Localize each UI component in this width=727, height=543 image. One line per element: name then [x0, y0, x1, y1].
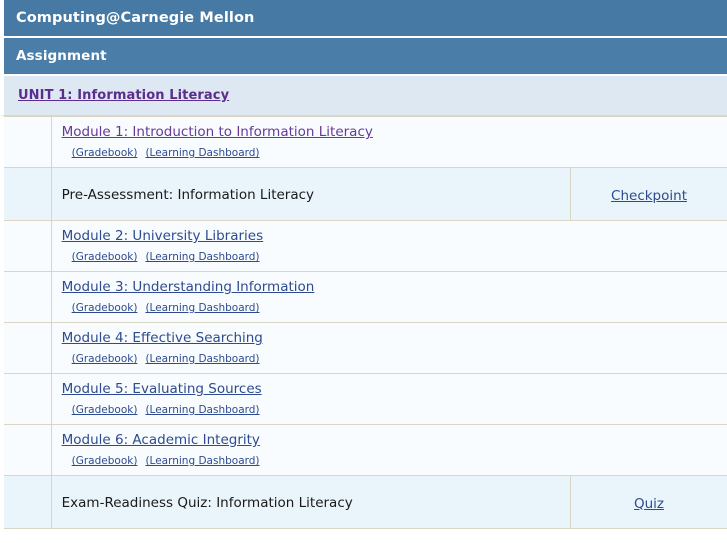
gradebook-link[interactable]: (Gradebook) — [72, 404, 138, 416]
module-title-link[interactable]: Module 6: Academic Integrity — [62, 432, 571, 449]
assessment-title: Pre-Assessment: Information Literacy — [61, 187, 315, 203]
module-title-link[interactable]: Module 1: Introduction to Information Li… — [62, 124, 571, 141]
app-title: Computing@Carnegie Mellon — [16, 10, 255, 26]
unit-header-row: UNIT 1: Information Literacy — [0, 76, 727, 116]
module-title-link[interactable]: Module 5: Evaluating Sources — [62, 381, 571, 398]
app-title-bar: Computing@Carnegie Mellon — [0, 0, 727, 38]
gradebook-link[interactable]: (Gradebook) — [72, 353, 138, 365]
table-row: Module 4: Effective Searching (Gradebook)… — [2, 322, 727, 374]
gradebook-link[interactable]: (Gradebook) — [72, 302, 138, 314]
row-action-cell — [570, 424, 727, 476]
row-gutter-cell — [2, 116, 52, 168]
assignment-table: Module 1: Introduction to Information Li… — [0, 116, 727, 529]
row-title-cell: Module 2: University Libraries (Gradebook… — [51, 220, 571, 272]
table-row: Pre-Assessment: Information Literacy Chec… — [2, 167, 727, 221]
gradebook-link[interactable]: (Gradebook) — [72, 147, 138, 159]
row-action-cell — [570, 373, 727, 425]
page-footer-space — [0, 529, 727, 543]
row-action-cell — [570, 322, 727, 374]
row-action-cell — [570, 116, 727, 168]
module-sublinks: (Gradebook) (Learning Dashboard) — [62, 248, 571, 264]
row-gutter-cell — [2, 220, 52, 272]
row-action-cell: Checkpoint — [570, 167, 727, 221]
row-action-cell — [570, 271, 727, 323]
table-row: Module 5: Evaluating Sources (Gradebook)(… — [2, 373, 727, 425]
row-title-cell: Module 1: Introduction to Information Li… — [51, 116, 571, 168]
row-title-cell: Exam-Readiness Quiz: Information Literac… — [51, 475, 572, 529]
module-sublinks: (Gradebook) (Learning Dashboard) — [62, 401, 571, 417]
row-gutter-cell — [2, 271, 52, 323]
row-action-cell: Quiz — [570, 475, 727, 529]
learning-dashboard-link[interactable]: (Learning Dashboard) — [145, 404, 259, 416]
row-title-cell: Module 6: Academic Integrity (Gradebook)(… — [51, 424, 571, 476]
assessment-title: Exam-Readiness Quiz: Information Literac… — [61, 495, 353, 511]
module-sublinks: (Gradebook) (Learning Dashboard) — [62, 452, 571, 468]
section-title-bar: Assignment — [0, 38, 727, 76]
table-row: Module 1: Introduction to Information Li… — [2, 116, 727, 168]
learning-dashboard-link[interactable]: (Learning Dashboard) — [145, 302, 259, 314]
assignment-table-body: Module 1: Introduction to Information Li… — [2, 116, 727, 529]
gradebook-link[interactable]: (Gradebook) — [72, 251, 138, 263]
learning-dashboard-link[interactable]: (Learning Dashboard) — [145, 455, 259, 467]
unit-link[interactable]: UNIT 1: Information Literacy — [18, 88, 229, 103]
module-sublinks: (Gradebook) (Learning Dashboard) — [62, 350, 571, 366]
action-link[interactable]: Quiz — [634, 496, 664, 512]
section-title: Assignment — [16, 48, 107, 64]
table-row: Module 3: Understanding Information (Grad… — [2, 271, 727, 323]
action-link[interactable]: Checkpoint — [611, 188, 687, 204]
row-gutter-cell — [2, 475, 52, 529]
table-row: Exam-Readiness Quiz: Information Literac… — [2, 475, 727, 529]
row-title-cell: Module 3: Understanding Information (Grad… — [51, 271, 571, 323]
row-gutter-cell — [2, 424, 52, 476]
row-action-cell — [570, 220, 727, 272]
assignment-page: Computing@Carnegie Mellon Assignment UNI… — [0, 0, 727, 543]
learning-dashboard-link[interactable]: (Learning Dashboard) — [145, 147, 259, 159]
module-sublinks: (Gradebook) (Learning Dashboard) — [62, 144, 571, 160]
table-row: Module 2: University Libraries (Gradebook… — [2, 220, 727, 272]
learning-dashboard-link[interactable]: (Learning Dashboard) — [145, 251, 259, 263]
row-gutter-cell — [2, 373, 52, 425]
module-title-link[interactable]: Module 2: University Libraries — [62, 228, 571, 245]
row-title-cell: Pre-Assessment: Information Literacy — [51, 167, 572, 221]
row-title-cell: Module 4: Effective Searching (Gradebook)… — [51, 322, 571, 374]
row-gutter-cell — [2, 167, 52, 221]
row-title-cell: Module 5: Evaluating Sources (Gradebook)(… — [51, 373, 571, 425]
module-title-link[interactable]: Module 3: Understanding Information — [62, 279, 571, 296]
learning-dashboard-link[interactable]: (Learning Dashboard) — [145, 353, 259, 365]
module-sublinks: (Gradebook) (Learning Dashboard) — [62, 299, 571, 315]
module-title-link[interactable]: Module 4: Effective Searching — [62, 330, 571, 347]
table-row: Module 6: Academic Integrity (Gradebook)(… — [2, 424, 727, 476]
row-gutter-cell — [2, 322, 52, 374]
gradebook-link[interactable]: (Gradebook) — [72, 455, 138, 467]
